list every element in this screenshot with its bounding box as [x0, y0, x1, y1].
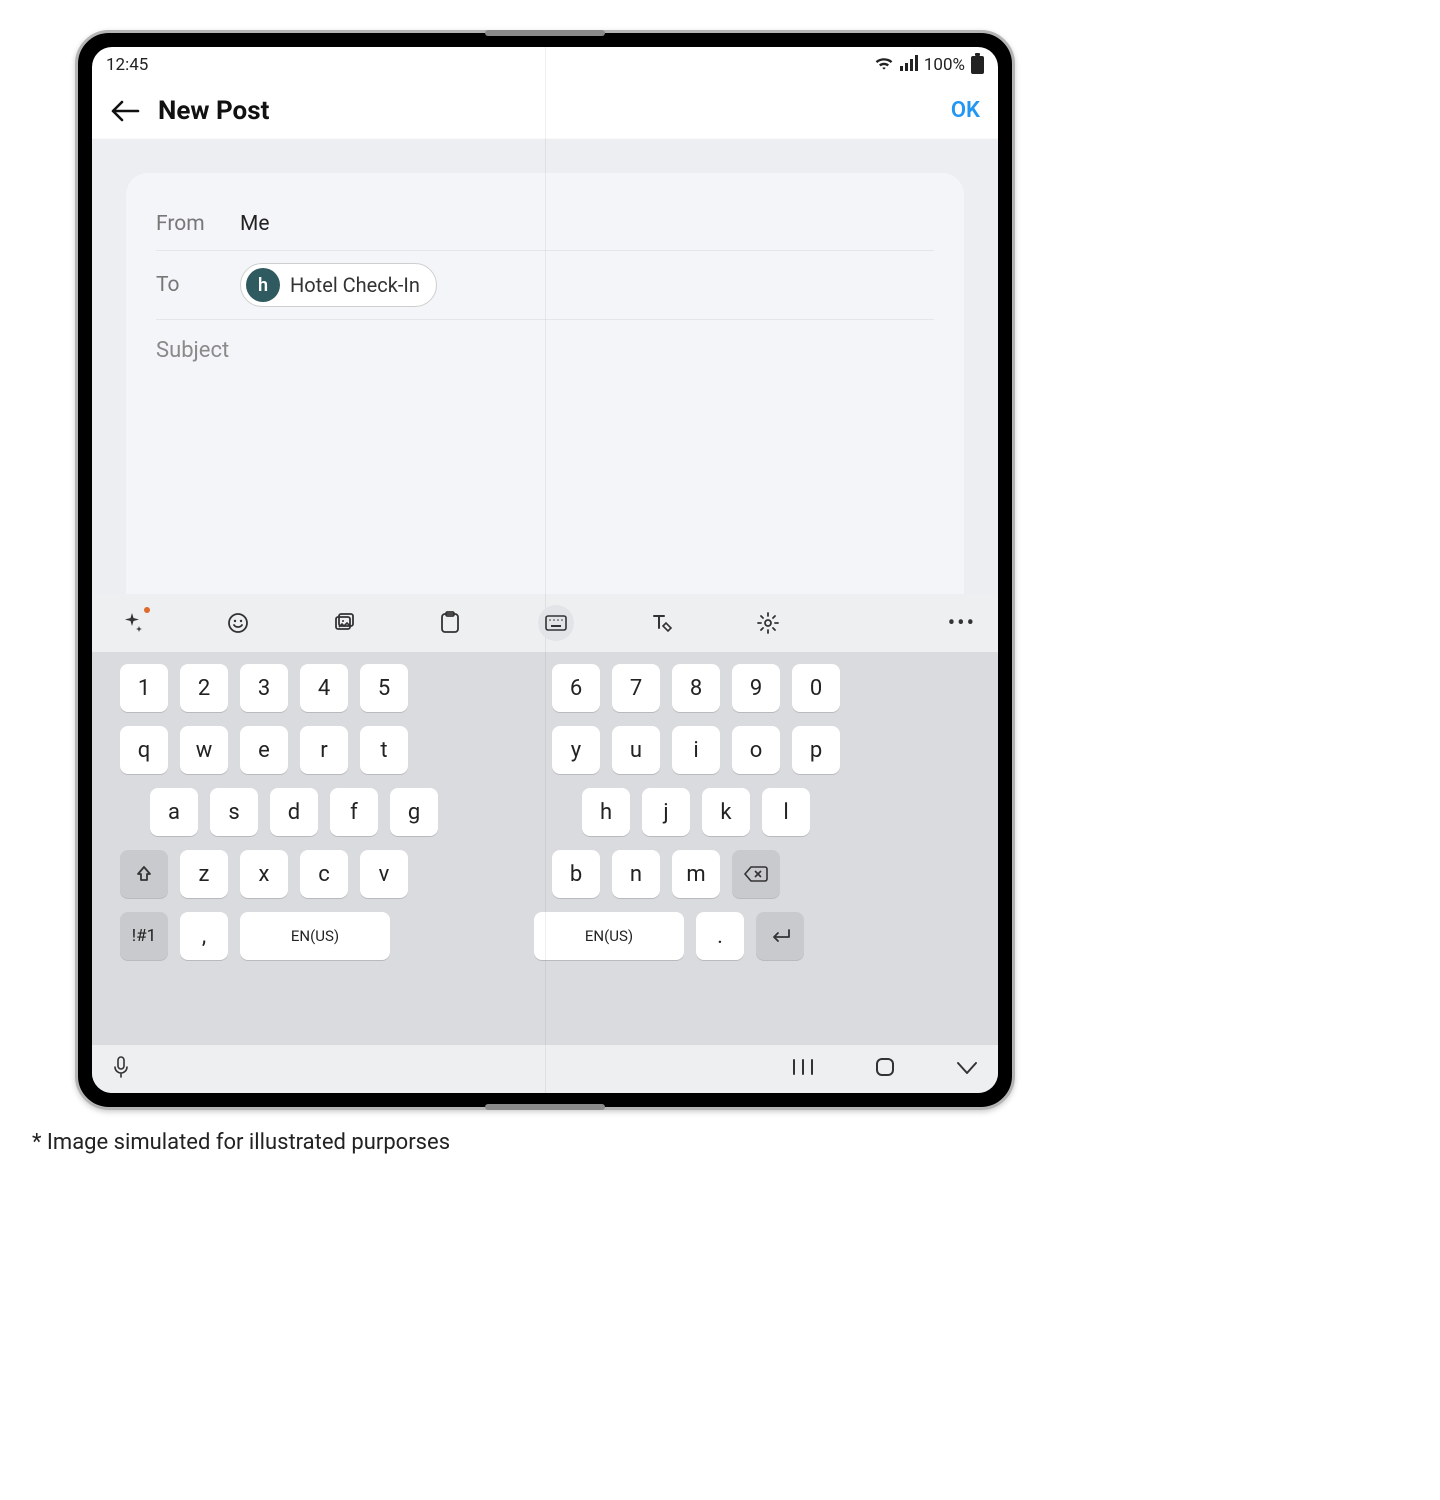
- key-9[interactable]: 9: [732, 664, 780, 712]
- title-bar: New Post OK: [92, 83, 998, 139]
- nav-back-icon[interactable]: [956, 1060, 978, 1079]
- key-comma[interactable]: ,: [180, 912, 228, 960]
- key-i[interactable]: i: [672, 726, 720, 774]
- key-period[interactable]: .: [696, 912, 744, 960]
- key-8[interactable]: 8: [672, 664, 720, 712]
- key-d[interactable]: d: [270, 788, 318, 836]
- more-icon[interactable]: •••: [948, 611, 976, 636]
- status-time: 12:45: [106, 55, 148, 75]
- keyboard: 1 2 3 4 5 6 7 8 9 0 q w: [92, 652, 998, 1045]
- recipient-avatar: h: [246, 268, 280, 302]
- key-b[interactable]: b: [552, 850, 600, 898]
- key-c[interactable]: c: [300, 850, 348, 898]
- wifi-icon: [874, 55, 894, 76]
- clipboard-icon[interactable]: [432, 605, 468, 641]
- compose-card: From Me To h Hotel Check-In Subject: [126, 173, 964, 594]
- key-u[interactable]: u: [612, 726, 660, 774]
- key-symbols[interactable]: !#1: [120, 912, 168, 960]
- recipient-name: Hotel Check-In: [290, 273, 420, 297]
- key-f[interactable]: f: [330, 788, 378, 836]
- key-s[interactable]: s: [210, 788, 258, 836]
- recipient-chip[interactable]: h Hotel Check-In: [240, 263, 437, 307]
- image-icon[interactable]: [326, 605, 362, 641]
- key-space-left[interactable]: EN(US): [240, 912, 390, 960]
- key-t[interactable]: t: [360, 726, 408, 774]
- key-a[interactable]: a: [150, 788, 198, 836]
- page-title: New Post: [158, 96, 269, 126]
- key-row-3: z x c v b n m: [120, 850, 970, 898]
- device-frame: 12:45 100% New Post OK: [75, 30, 1015, 1110]
- settings-icon[interactable]: [750, 605, 786, 641]
- key-enter[interactable]: [756, 912, 804, 960]
- key-7[interactable]: 7: [612, 664, 660, 712]
- from-label: From: [156, 212, 216, 236]
- key-w[interactable]: w: [180, 726, 228, 774]
- key-shift[interactable]: [120, 850, 168, 898]
- battery-icon: [971, 56, 984, 74]
- key-4[interactable]: 4: [300, 664, 348, 712]
- screen: 12:45 100% New Post OK: [92, 47, 998, 1093]
- keyboard-toolbar: •••: [92, 594, 998, 652]
- key-h[interactable]: h: [582, 788, 630, 836]
- keyboard-mode-icon[interactable]: [538, 605, 574, 641]
- to-label: To: [156, 273, 216, 297]
- key-5[interactable]: 5: [360, 664, 408, 712]
- nav-home-icon[interactable]: [874, 1056, 896, 1082]
- key-backspace[interactable]: [732, 850, 780, 898]
- key-space-right[interactable]: EN(US): [534, 912, 684, 960]
- key-o[interactable]: o: [732, 726, 780, 774]
- ai-sparkle-icon[interactable]: [114, 605, 150, 641]
- key-row-2: a s d f g h j k l: [120, 788, 970, 836]
- subject-row[interactable]: Subject: [156, 320, 934, 374]
- from-row[interactable]: From Me: [156, 197, 934, 251]
- key-6[interactable]: 6: [552, 664, 600, 712]
- subject-placeholder: Subject: [156, 338, 229, 363]
- caption-text: * Image simulated for illustrated purpor…: [32, 1130, 450, 1155]
- status-right: 100%: [874, 55, 984, 76]
- key-1[interactable]: 1: [120, 664, 168, 712]
- key-m[interactable]: m: [672, 850, 720, 898]
- key-row-1: q w e r t y u i o p: [120, 726, 970, 774]
- status-bar: 12:45 100%: [92, 47, 998, 83]
- compose-body[interactable]: [156, 374, 934, 584]
- key-v[interactable]: v: [360, 850, 408, 898]
- key-r[interactable]: r: [300, 726, 348, 774]
- key-z[interactable]: z: [180, 850, 228, 898]
- mic-icon[interactable]: [112, 1055, 130, 1083]
- key-x[interactable]: x: [240, 850, 288, 898]
- key-q[interactable]: q: [120, 726, 168, 774]
- key-n[interactable]: n: [612, 850, 660, 898]
- key-y[interactable]: y: [552, 726, 600, 774]
- key-row-numbers: 1 2 3 4 5 6 7 8 9 0: [120, 664, 970, 712]
- emoji-icon[interactable]: [220, 605, 256, 641]
- key-3[interactable]: 3: [240, 664, 288, 712]
- to-row[interactable]: To h Hotel Check-In: [156, 251, 934, 320]
- key-p[interactable]: p: [792, 726, 840, 774]
- nav-recents-icon[interactable]: [792, 1058, 814, 1080]
- key-g[interactable]: g: [390, 788, 438, 836]
- from-value: Me: [240, 212, 269, 236]
- key-e[interactable]: e: [240, 726, 288, 774]
- key-2[interactable]: 2: [180, 664, 228, 712]
- key-l[interactable]: l: [762, 788, 810, 836]
- nav-bar: [92, 1045, 998, 1093]
- key-row-4: !#1 , EN(US) EN(US) .: [120, 912, 970, 960]
- back-arrow-icon[interactable]: [110, 100, 140, 122]
- signal-icon: [900, 55, 918, 76]
- key-0[interactable]: 0: [792, 664, 840, 712]
- ok-button[interactable]: OK: [951, 98, 980, 123]
- text-style-icon[interactable]: [644, 605, 680, 641]
- battery-percent: 100%: [924, 55, 965, 75]
- key-j[interactable]: j: [642, 788, 690, 836]
- key-k[interactable]: k: [702, 788, 750, 836]
- compose-area: From Me To h Hotel Check-In Subject: [92, 139, 998, 594]
